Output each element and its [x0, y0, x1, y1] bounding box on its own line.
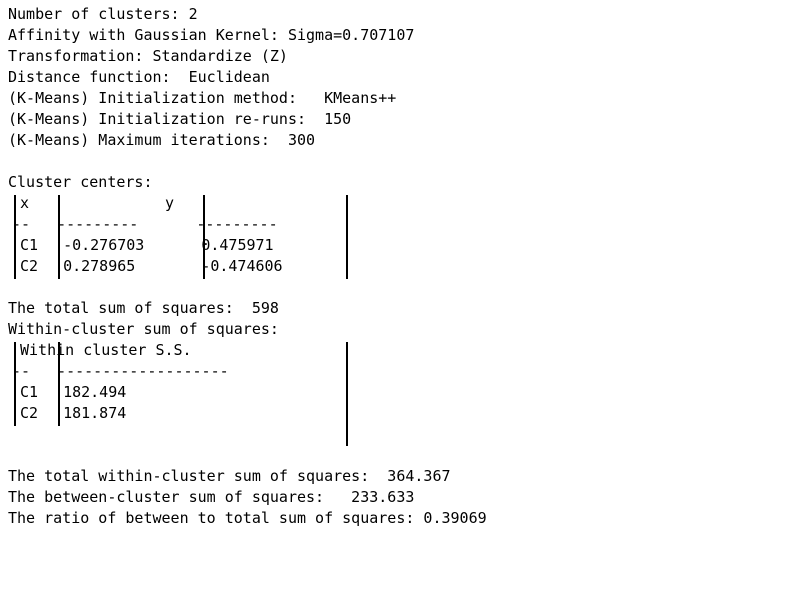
summary-line-ratio: The ratio of between to total sum of squ… — [8, 509, 487, 527]
param-line-distance-function: Distance function: Euclidean — [8, 68, 270, 86]
param-line-number-of-clusters: Number of clusters: 2 — [8, 5, 198, 23]
row-label: C2 — [20, 257, 39, 275]
cell-x: -0.276703 — [63, 236, 145, 254]
wtable-header-row: Within cluster S.S. — [8, 340, 790, 361]
column-header-y: y — [165, 194, 175, 212]
within-cluster-table: Within cluster S.S. -- ------------------… — [8, 340, 790, 446]
parameters-block: Number of clusters: 2 Affinity with Gaus… — [8, 4, 790, 151]
cluster-centers-section: Cluster centers: xy -- --------- ---------… — [8, 172, 790, 279]
column-dashes-x: --------- — [57, 215, 139, 233]
table-header-row: xy — [8, 193, 790, 214]
clustering-report: Number of clusters: 2 Affinity with Gaus… — [8, 4, 790, 529]
column-header-within-cluster-ss: Within cluster S.S. — [20, 341, 192, 359]
wtable-dash-row: -- ------------------- — [8, 361, 790, 382]
summary-line-between-cluster: The between-cluster sum of squares: 233.… — [8, 488, 415, 506]
table-dash-row: -- --------- --------- — [8, 214, 790, 235]
summary-line-total-within: The total within-cluster sum of squares:… — [8, 467, 451, 485]
row-label: C2 — [20, 404, 39, 422]
param-line-affinity-sigma: Affinity with Gaussian Kernel: Sigma=0.7… — [8, 26, 415, 44]
row-header-dashes: -- — [12, 215, 31, 233]
cell-within-ss: 182.494 — [63, 383, 127, 401]
param-line-transformation: Transformation: Standardize (Z) — [8, 47, 288, 65]
param-line-initialization-method: (K-Means) Initialization method: KMeans+… — [8, 89, 397, 107]
wcolumn-dashes: ------------------- — [57, 362, 229, 380]
sum-of-squares-section: The total sum of squares: 598 Within-clu… — [8, 298, 790, 446]
row-label: C1 — [20, 383, 39, 401]
column-dashes-y: --------- — [196, 215, 278, 233]
cell-y: 0.475971 — [201, 236, 274, 254]
cell-within-ss: 181.874 — [63, 404, 127, 422]
wrow-header-dashes: -- — [12, 362, 31, 380]
table-row: C2 0.278965 -0.474606 — [8, 256, 790, 277]
param-line-initialization-reruns: (K-Means) Initialization re-runs: 150 — [8, 110, 352, 128]
row-label: C1 — [20, 236, 39, 254]
within-cluster-title: Within-cluster sum of squares: — [8, 320, 279, 338]
cluster-centers-table: xy -- --------- --------- C1 -0.276703 0.475… — [8, 193, 790, 279]
column-header-x: x — [20, 194, 30, 212]
summary-block: The total within-cluster sum of squares:… — [8, 466, 790, 529]
cluster-centers-title: Cluster centers: — [8, 173, 153, 191]
cell-x: 0.278965 — [63, 257, 136, 275]
table-row: C1 182.494 — [8, 382, 790, 403]
cell-y: -0.474606 — [201, 257, 283, 275]
table-row: C1 -0.276703 0.475971 — [8, 235, 790, 256]
table-row: C2 181.874 — [8, 403, 790, 424]
param-line-maximum-iterations: (K-Means) Maximum iterations: 300 — [8, 131, 316, 149]
total-sum-of-squares-line: The total sum of squares: 598 — [8, 299, 279, 317]
